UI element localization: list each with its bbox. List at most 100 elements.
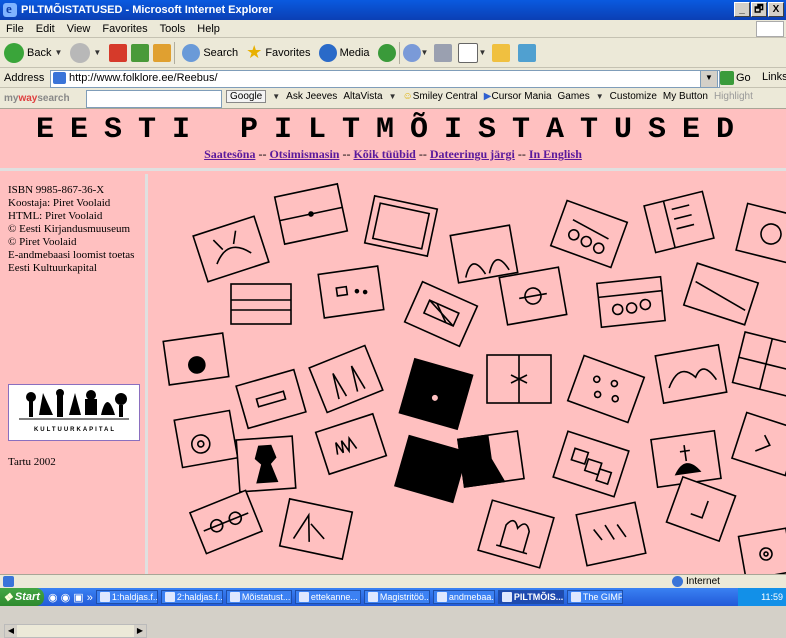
- nav-separator: --: [342, 147, 351, 161]
- app-icon: [229, 592, 240, 602]
- app-icon: [164, 592, 175, 602]
- address-bar: Address http://www.folklore.ee/Reebus/ ▼…: [0, 68, 786, 88]
- quick-launch-icons[interactable]: ◉ ◉ ▣ »: [48, 591, 93, 604]
- chevron-down-icon[interactable]: ▼: [389, 92, 397, 101]
- start-button[interactable]: ❖ Start: [0, 588, 44, 606]
- copyright-author: © Piret Voolaid: [8, 236, 77, 248]
- google-button[interactable]: Google: [226, 90, 267, 103]
- back-arrow-icon: [4, 42, 24, 63]
- star-icon: ★: [246, 42, 263, 62]
- media-icon: [318, 43, 337, 62]
- chevron-down-icon[interactable]: ▼: [478, 48, 486, 57]
- address-label: Address: [4, 71, 45, 84]
- web-page: EESTI PILTMÕISTATUSED Saatesõna -- Otsim…: [0, 109, 786, 638]
- kultuurkapital-logo[interactable]: KULTUURKAPITAL: [8, 384, 140, 441]
- address-url: http://www.folklore.ee/Reebus/: [69, 72, 218, 84]
- ie-icon: [501, 592, 512, 602]
- menu-help[interactable]: Help: [191, 23, 226, 35]
- minimize-button[interactable]: _: [734, 2, 750, 17]
- chevron-down-icon[interactable]: ▼: [54, 48, 62, 57]
- nav-separator: --: [258, 147, 267, 161]
- app-icon: [367, 592, 378, 602]
- chevron-down-icon[interactable]: ▼: [596, 92, 604, 101]
- media-button[interactable]: Media: [315, 43, 374, 62]
- task-item-2[interactable]: 2:haldjas.f...: [160, 590, 223, 604]
- nav-link-koik-tuubid[interactable]: Kõik tüübid: [353, 147, 415, 161]
- menu-favorites[interactable]: Favorites: [96, 23, 153, 35]
- nav-link-otsimismasin[interactable]: Otsimismasin: [269, 147, 339, 161]
- scroll-left-icon[interactable]: ◀: [5, 625, 17, 637]
- back-button[interactable]: Back ▼: [0, 42, 66, 63]
- cursor-mania-link[interactable]: ▶Cursor Mania: [484, 91, 552, 102]
- edit-icon[interactable]: [458, 42, 479, 63]
- toolbar-separator: [174, 41, 176, 64]
- search-icon: [182, 43, 201, 62]
- task-item-6[interactable]: andmebaa...: [432, 590, 495, 604]
- task-item-active[interactable]: PILTMÕIS...: [497, 590, 564, 604]
- mail-icon[interactable]: [402, 43, 421, 62]
- my-button-link[interactable]: My Button: [663, 91, 708, 102]
- search-label: Search: [203, 46, 239, 59]
- place-year: Tartu 2002: [8, 456, 56, 468]
- favorites-button[interactable]: ★ Favorites: [242, 42, 314, 63]
- left-frame: ISBN 9985-867-36-X Koostaja: Piret Voola…: [0, 174, 148, 638]
- highlight-link[interactable]: Highlight: [714, 91, 753, 102]
- search-button[interactable]: Search: [178, 43, 242, 62]
- menu-file[interactable]: File: [0, 23, 30, 35]
- chevron-down-icon[interactable]: ▼: [272, 92, 280, 101]
- nav-link-in-english[interactable]: In English: [529, 147, 582, 161]
- history-icon[interactable]: [377, 43, 396, 62]
- task-item-3[interactable]: Mõistatust...: [225, 590, 292, 604]
- window-title-bar: PILTMÕISTATUSED - Microsoft Internet Exp…: [0, 0, 786, 20]
- address-dropdown-button[interactable]: ▼: [700, 70, 718, 88]
- messenger-icon[interactable]: [518, 43, 537, 62]
- chevron-down-icon[interactable]: ▼: [421, 48, 429, 57]
- compiler: Koostaja: Piret Voolaid: [8, 197, 111, 209]
- smiley-central-link[interactable]: ☺Smiley Central: [403, 91, 478, 102]
- nav-link-dateeringu-jargi[interactable]: Dateeringu järgi: [430, 147, 515, 161]
- gimp-icon: [570, 592, 581, 602]
- nav-separator: --: [517, 147, 526, 161]
- menu-edit[interactable]: Edit: [30, 23, 61, 35]
- refresh-icon[interactable]: [131, 43, 150, 62]
- games-link[interactable]: Games: [558, 91, 590, 102]
- menu-tools[interactable]: Tools: [154, 23, 192, 35]
- stop-icon[interactable]: [109, 43, 128, 62]
- app-icon: [298, 592, 309, 602]
- forward-button[interactable]: ▼: [66, 42, 105, 63]
- task-item-4[interactable]: ettekanne...: [294, 590, 361, 604]
- altavista-link[interactable]: AltaVista: [343, 91, 382, 102]
- clock[interactable]: 11:59: [761, 592, 783, 602]
- rebus-image-area[interactable]: [151, 174, 786, 574]
- nav-links: Saatesõna -- Otsimismasin -- Kõik tüübid…: [0, 147, 786, 162]
- page-status-icon: [3, 576, 14, 587]
- customize-link[interactable]: Customize: [610, 91, 657, 102]
- links-button[interactable]: Links: [762, 71, 786, 83]
- header-frame: EESTI PILTMÕISTATUSED Saatesõna -- Otsim…: [0, 109, 786, 171]
- address-input[interactable]: http://www.folklore.ee/Reebus/: [50, 70, 720, 88]
- folder-icon[interactable]: [492, 43, 511, 62]
- nav-separator: --: [418, 147, 427, 161]
- chevron-down-icon[interactable]: ▼: [93, 48, 101, 57]
- task-item-5[interactable]: Magistritöö...: [363, 590, 430, 604]
- horizontal-scrollbar[interactable]: ◀ ▶: [4, 624, 147, 638]
- maximize-button[interactable]: 🗗: [751, 2, 767, 17]
- app-icon: [436, 592, 447, 602]
- info-text: ISBN 9985-867-36-X Koostaja: Piret Voola…: [8, 184, 146, 275]
- nav-link-saatesona[interactable]: Saatesõna: [204, 147, 255, 161]
- search-input[interactable]: [86, 90, 222, 108]
- ask-jeeves-link[interactable]: Ask Jeeves: [286, 91, 337, 102]
- home-icon[interactable]: [153, 43, 172, 62]
- close-button[interactable]: X: [768, 2, 784, 17]
- windows-flag-icon: ❖: [3, 591, 13, 604]
- globe-icon: [672, 576, 683, 587]
- task-item-1[interactable]: 1:haldjas.f...: [95, 590, 158, 604]
- smiley-icon: ☺: [402, 91, 413, 102]
- status-bar: Internet: [0, 574, 786, 588]
- menu-view[interactable]: View: [61, 23, 97, 35]
- task-item-gimp[interactable]: The GIMP: [566, 590, 623, 604]
- print-icon[interactable]: [434, 43, 453, 62]
- go-button[interactable]: Go: [720, 70, 751, 86]
- zone-label: Internet: [686, 576, 720, 587]
- scroll-right-icon[interactable]: ▶: [134, 625, 146, 637]
